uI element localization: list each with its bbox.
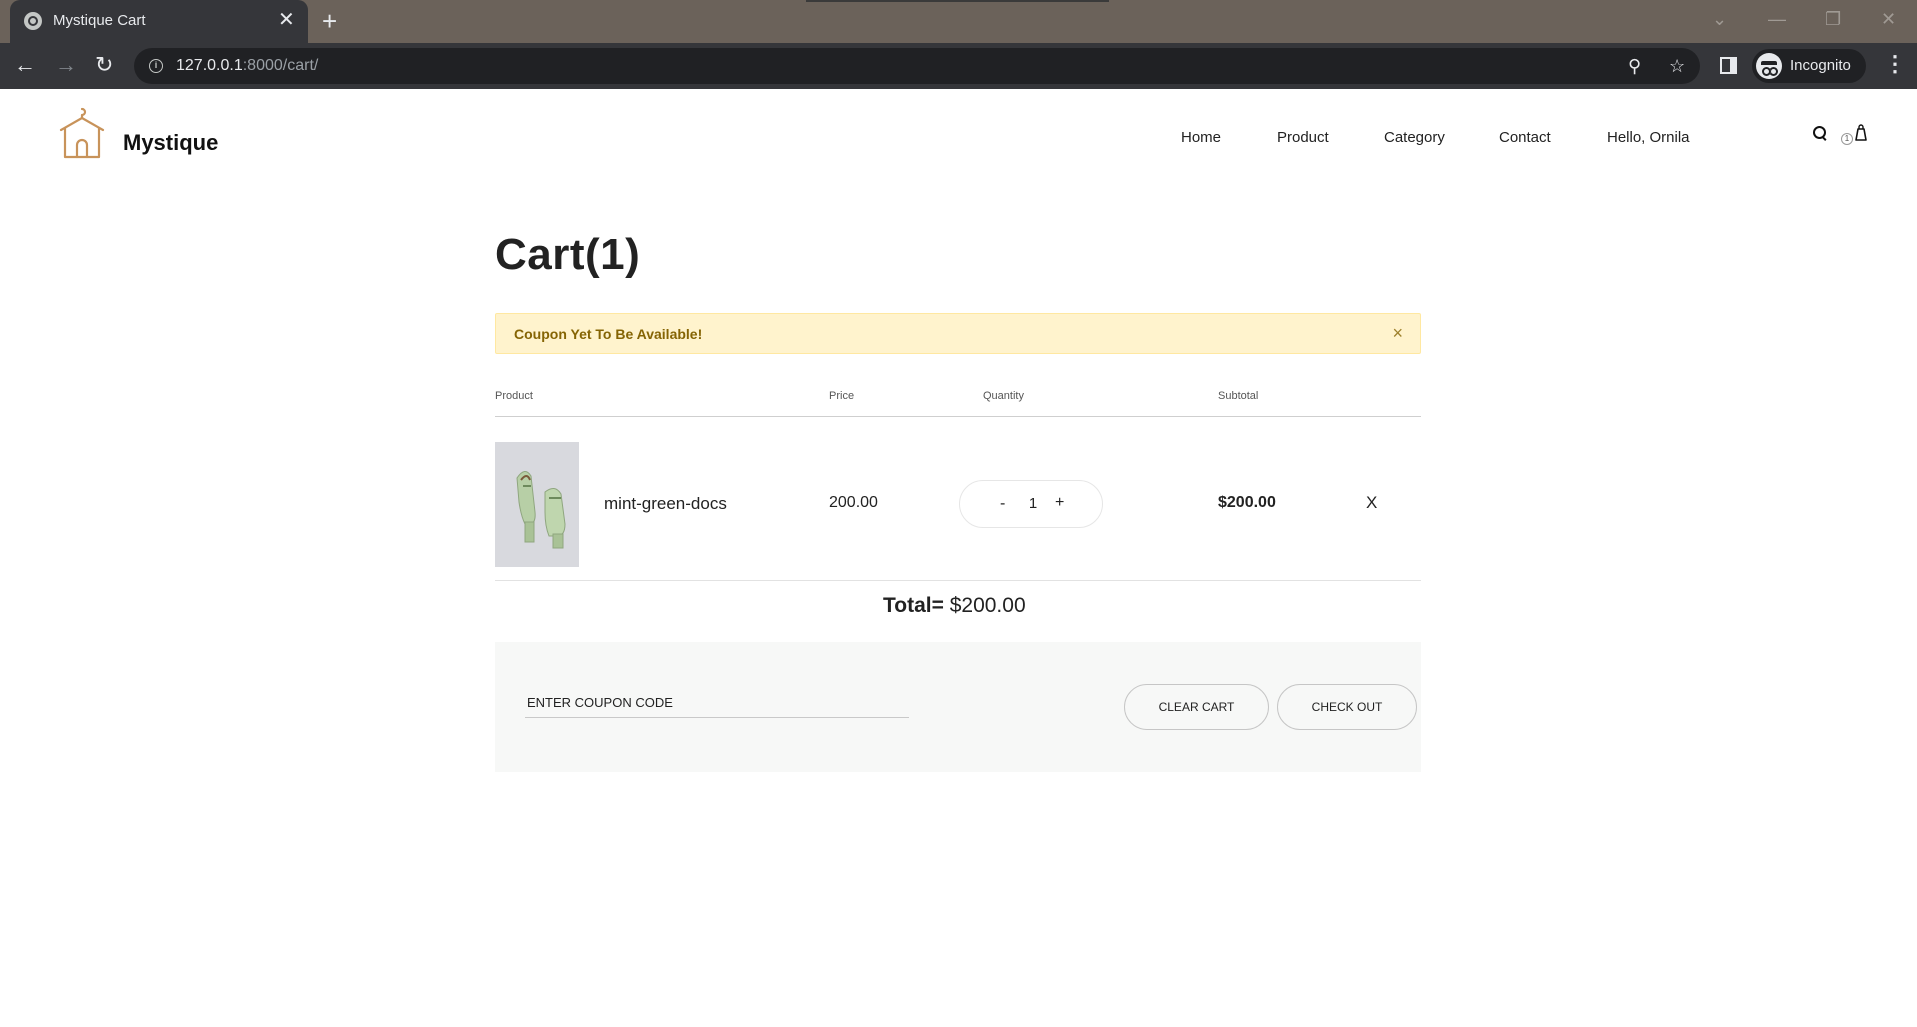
tab-close-icon[interactable]: ✕ (278, 10, 295, 30)
product-name[interactable]: mint-green-docs (604, 494, 727, 514)
coupon-panel: CLEAR CART CHECK OUT (495, 642, 1421, 772)
incognito-profile-button[interactable]: Incognito (1752, 49, 1866, 83)
url-text[interactable]: 127.0.0.1:8000/cart/ (176, 57, 318, 75)
site-info-icon[interactable]: i (149, 59, 163, 73)
browser-menu-icon[interactable]: ⋮ (1884, 53, 1906, 75)
zoom-icon[interactable]: ⚲ (1628, 55, 1641, 77)
new-tab-button[interactable]: + (322, 8, 337, 34)
quantity-input[interactable]: 1 (1026, 495, 1040, 512)
total-label: Total= (883, 594, 944, 617)
address-bar[interactable]: i 127.0.0.1:8000/cart/ ⚲ ☆ (134, 48, 1700, 84)
coupon-alert: Coupon Yet To Be Available! × (495, 313, 1421, 354)
brand-name[interactable]: Mystique (123, 130, 218, 156)
total-value: $200.00 (949, 594, 1026, 617)
cart-total: Total= $200.00 (883, 594, 1026, 618)
back-arrow-icon[interactable]: ← (14, 52, 36, 78)
column-header-product: Product (495, 390, 533, 402)
minimize-icon[interactable]: — (1768, 8, 1786, 30)
window-close-icon[interactable]: ✕ (1881, 8, 1896, 30)
alert-close-icon[interactable]: × (1392, 323, 1403, 343)
tab-title: Mystique Cart (53, 12, 146, 29)
browser-tab-active[interactable]: Mystique Cart ✕ (10, 0, 308, 43)
coupon-code-input[interactable] (525, 688, 909, 718)
url-path: :8000/cart/ (242, 57, 319, 74)
incognito-icon (1756, 53, 1782, 79)
product-subtotal: $200.00 (1218, 494, 1276, 511)
search-icon[interactable] (1813, 126, 1827, 140)
column-header-subtotal: Subtotal (1218, 390, 1259, 402)
quantity-stepper: - 1 + (959, 480, 1103, 528)
nav-category[interactable]: Category (1384, 129, 1445, 146)
browser-toolbar: ← → ↻ i 127.0.0.1:8000/cart/ ⚲ ☆ Incogni… (0, 43, 1917, 89)
clear-cart-button[interactable]: CLEAR CART (1124, 684, 1269, 730)
bookmark-star-icon[interactable]: ☆ (1669, 55, 1685, 77)
hanger-house-logo-icon[interactable] (58, 107, 106, 159)
cart-count-badge: 1 (1841, 133, 1853, 145)
quantity-increase-button[interactable]: + (1055, 494, 1064, 512)
incognito-label: Incognito (1790, 57, 1851, 74)
nav-product[interactable]: Product (1277, 129, 1329, 146)
globe-icon (24, 12, 42, 30)
restore-icon[interactable]: ❐ (1825, 8, 1841, 30)
nav-user-greeting[interactable]: Hello, Ornila (1607, 129, 1690, 146)
reload-icon[interactable]: ↻ (95, 52, 113, 78)
product-price: 200.00 (829, 494, 878, 511)
page-title: Cart(1) (495, 230, 641, 279)
table-header-divider (495, 416, 1421, 417)
remove-item-button[interactable]: X (1366, 493, 1377, 513)
table-row-divider (495, 580, 1421, 581)
forward-arrow-icon[interactable]: → (55, 52, 77, 78)
column-header-price: Price (829, 390, 855, 402)
url-host: 127.0.0.1 (176, 57, 243, 74)
nav-home[interactable]: Home (1181, 129, 1221, 146)
product-thumbnail[interactable] (495, 442, 579, 567)
column-header-quantity: Quantity (983, 390, 1024, 402)
browser-tab-strip: Mystique Cart ✕ + ⌄ — ❐ ✕ (0, 0, 1917, 43)
alert-message: Coupon Yet To Be Available! (514, 326, 703, 342)
nav-contact[interactable]: Contact (1499, 129, 1551, 146)
side-panel-icon[interactable] (1720, 57, 1737, 74)
quantity-decrease-button[interactable]: - (1000, 495, 1005, 513)
tab-search-icon[interactable]: ⌄ (1712, 8, 1727, 30)
shopping-bag-icon[interactable] (1854, 124, 1868, 142)
tab-strip-indicator (806, 0, 1109, 2)
checkout-button[interactable]: CHECK OUT (1277, 684, 1417, 730)
